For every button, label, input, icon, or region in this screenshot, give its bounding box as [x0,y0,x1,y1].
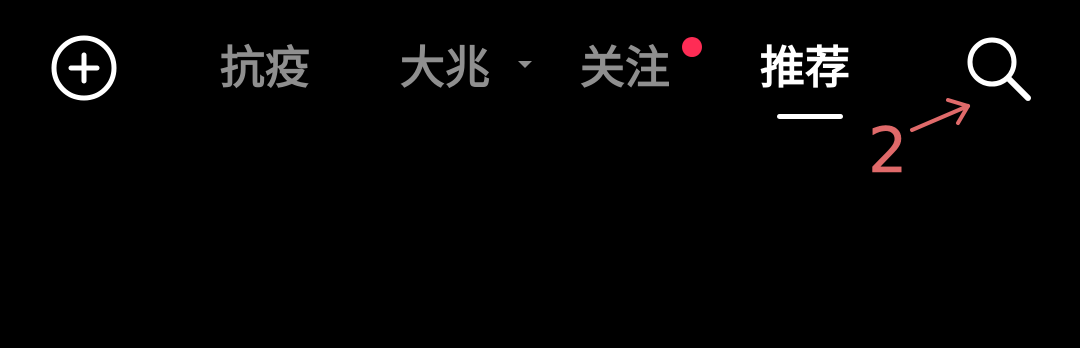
annotation-number: 2 [868,114,907,187]
tab-kangyi[interactable]: 抗疫 [220,38,310,98]
tab-following[interactable]: 关注 [580,38,670,98]
annotation-mark: 2 [868,98,970,187]
dropdown-caret-icon[interactable] [518,61,532,68]
notification-dot [682,37,702,57]
plus-circle-icon [51,35,117,101]
active-tab-indicator [777,114,843,119]
annotation-arrow-icon [910,98,970,132]
tab-recommended[interactable]: 推荐 [760,38,850,98]
add-button[interactable] [44,28,124,108]
tab-dazhao[interactable]: 大兆 [400,38,490,98]
